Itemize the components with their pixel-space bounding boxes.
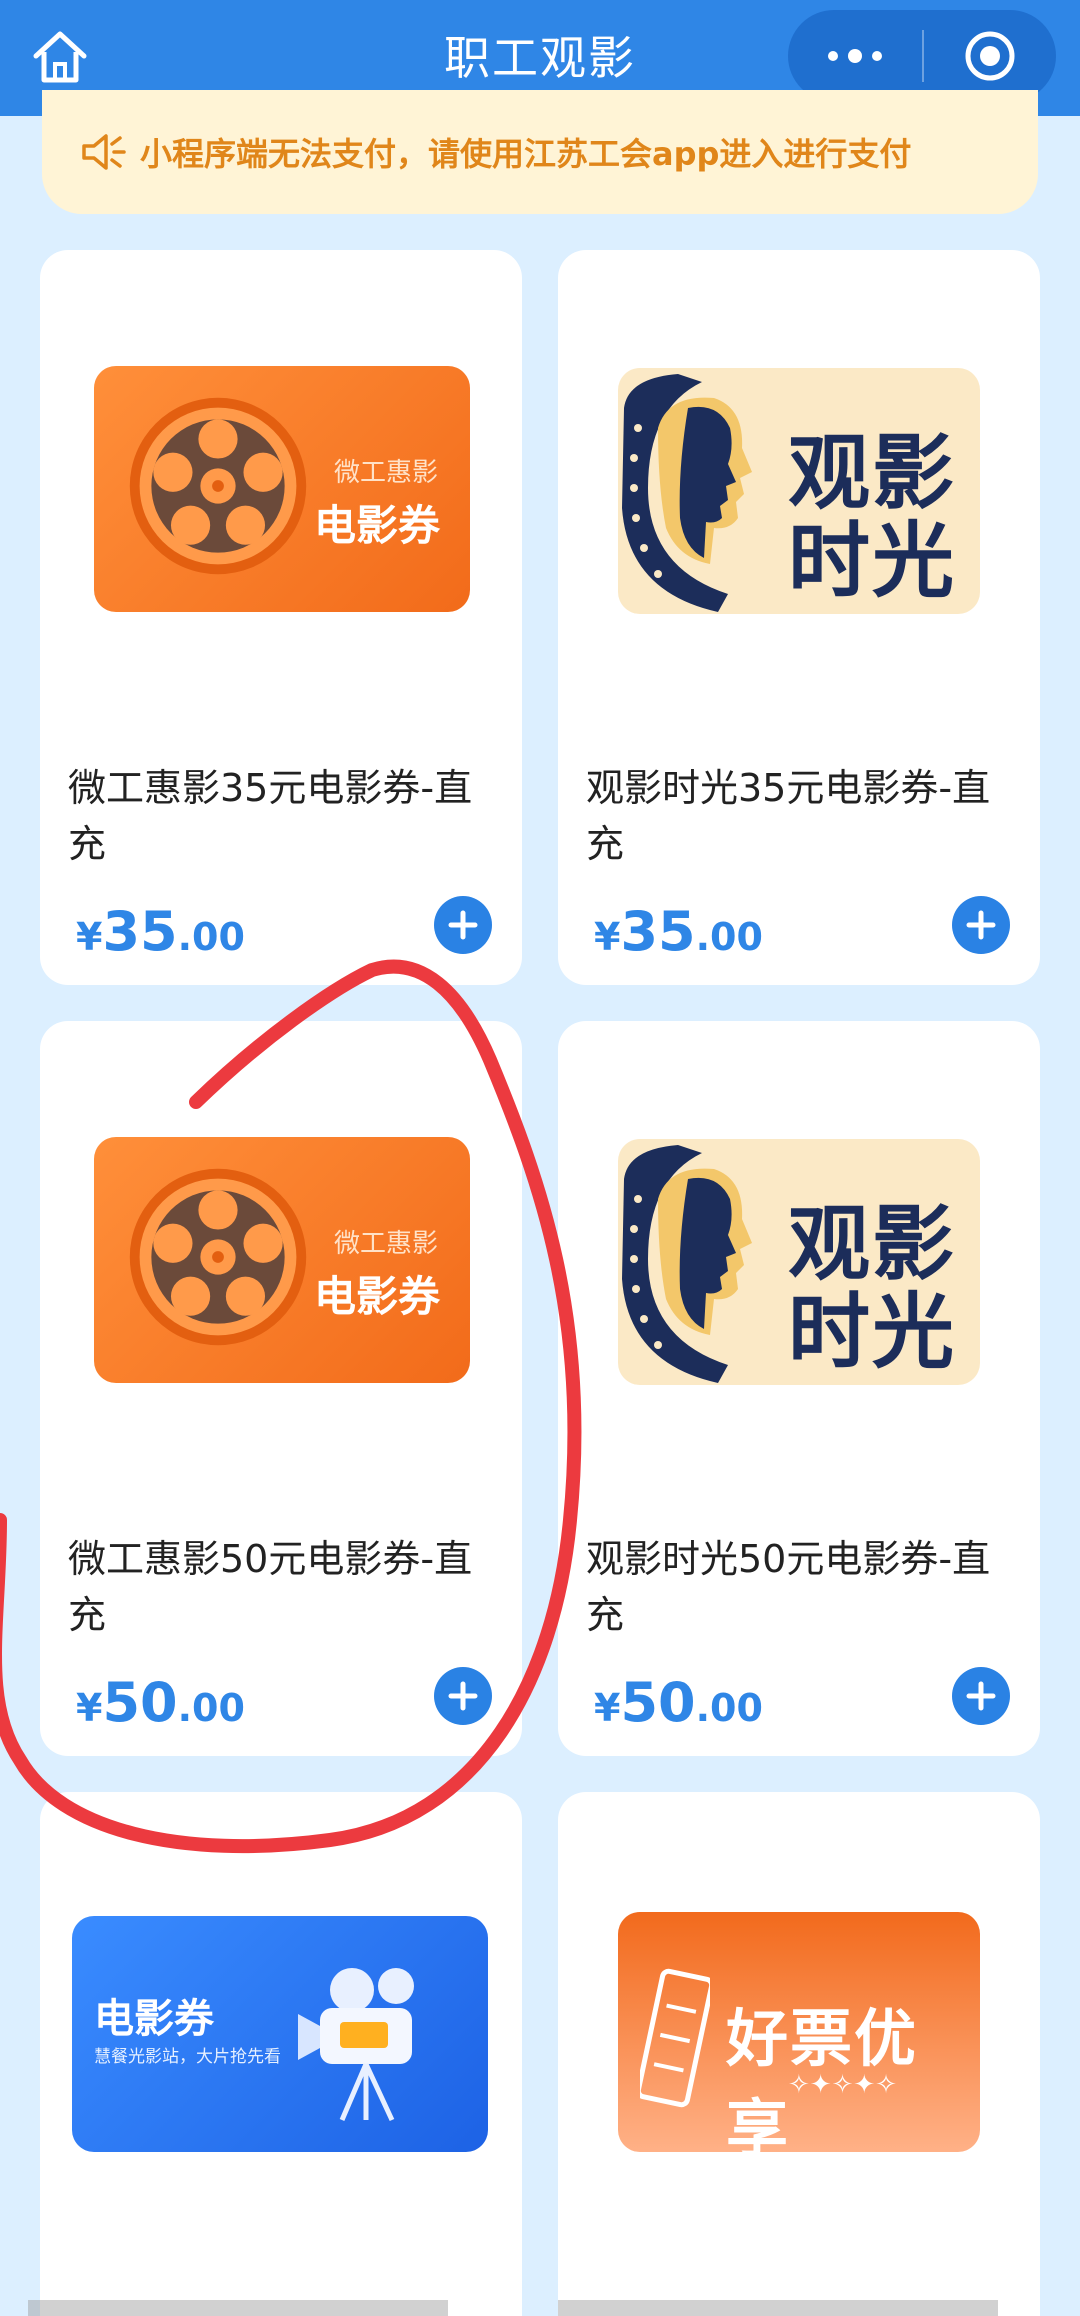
product-price: ¥35.00 (594, 900, 763, 963)
product-card[interactable]: 观影 时光 观影时光35元电影券-直充 ¥35.00 (558, 250, 1040, 985)
art-subtitle: 慧餐光影站，大片抢先看 (94, 2047, 281, 2067)
price-integer: 50 (102, 1671, 178, 1734)
product-image: 好票优享 ✧✦✧✦✧ (618, 1912, 980, 2152)
plus-icon (448, 1681, 478, 1711)
movie-camera-icon (298, 1968, 414, 2122)
product-price: ¥50.00 (76, 1671, 245, 1734)
product-price: ¥35.00 (76, 900, 245, 963)
more-options-button[interactable] (788, 10, 922, 102)
product-name: 微工惠影35元电影券-直充 (68, 766, 473, 866)
product-card[interactable]: 微工惠影 电影券 微工惠影35元电影券-直充 ¥35.00 (40, 250, 522, 985)
product-image: 微工惠影 电影券 (94, 366, 470, 612)
price-decimal: .00 (177, 1686, 245, 1730)
add-to-cart-button[interactable] (434, 896, 492, 954)
price-decimal: .00 (695, 915, 763, 959)
target-icon (965, 31, 1015, 81)
plus-icon (966, 1681, 996, 1711)
add-to-cart-button[interactable] (434, 1667, 492, 1725)
product-name: 观影时光50元电影券-直充 (586, 1537, 991, 1637)
art-title: 电影券 (94, 1996, 214, 2042)
speaker-icon (82, 134, 126, 170)
currency-symbol: ¥ (76, 915, 103, 959)
add-to-cart-button[interactable] (952, 1667, 1010, 1725)
film-reel-icon (129, 1168, 307, 1346)
product-price: ¥50.00 (594, 1671, 763, 1734)
notice-text: 小程序端无法支付，请使用江苏工会app进入进行支付 (140, 135, 912, 173)
art-title-line2: 时光 (788, 514, 957, 609)
currency-symbol: ¥ (76, 1686, 103, 1730)
product-image: 电影券 慧餐光影站，大片抢先看 (72, 1916, 488, 2152)
close-mini-program-button[interactable] (924, 10, 1056, 102)
product-card[interactable]: 微工惠影 电影券 微工惠影50元电影券-直充 ¥50.00 (40, 1021, 522, 1756)
product-image: 观影 时光 (618, 368, 980, 614)
ticket-icon (640, 1968, 710, 2108)
product-name: 观影时光35元电影券-直充 (586, 766, 991, 866)
film-reel-icon (129, 397, 307, 575)
product-card[interactable]: 观影 时光 观影时光50元电影券-直充 ¥50.00 (558, 1021, 1040, 1756)
film-strip-portrait-icon (622, 374, 752, 612)
product-card[interactable]: 好票优享 ✧✦✧✦✧ (558, 1792, 1040, 2316)
blurred-text-strip (28, 2300, 998, 2316)
brand-sub-label: 微工惠影 (333, 458, 438, 488)
product-name: 微工惠影50元电影券-直充 (68, 1537, 473, 1637)
art-subtitle: ✧✦✧✦✧ (788, 2070, 897, 2100)
payment-notice-banner: 小程序端无法支付，请使用江苏工会app进入进行支付 (42, 90, 1038, 214)
film-strip-portrait-icon (622, 1145, 752, 1383)
product-image: 微工惠影 电影券 (94, 1137, 470, 1383)
brand-sub-label: 微工惠影 (333, 1229, 438, 1259)
price-decimal: .00 (177, 915, 245, 959)
currency-symbol: ¥ (594, 915, 621, 959)
cut-off-product-titles (28, 2278, 1028, 2316)
more-dot-icon (828, 51, 838, 61)
add-to-cart-button[interactable] (952, 896, 1010, 954)
product-image: 观影 时光 (618, 1139, 980, 1385)
home-icon[interactable] (28, 26, 92, 90)
plus-icon (448, 910, 478, 940)
mini-program-capsule (788, 10, 1056, 102)
price-integer: 35 (620, 900, 696, 963)
more-dot-icon (848, 49, 862, 63)
art-title-line2: 时光 (788, 1285, 957, 1380)
brand-main-label: 电影券 (313, 1272, 440, 1321)
brand-main-label: 电影券 (313, 501, 440, 550)
currency-symbol: ¥ (594, 1686, 621, 1730)
price-integer: 50 (620, 1671, 696, 1734)
plus-icon (966, 910, 996, 940)
more-dot-icon (872, 51, 882, 61)
price-integer: 35 (102, 900, 178, 963)
product-card[interactable]: 电影券 慧餐光影站，大片抢先看 (40, 1792, 522, 2316)
price-decimal: .00 (695, 1686, 763, 1730)
